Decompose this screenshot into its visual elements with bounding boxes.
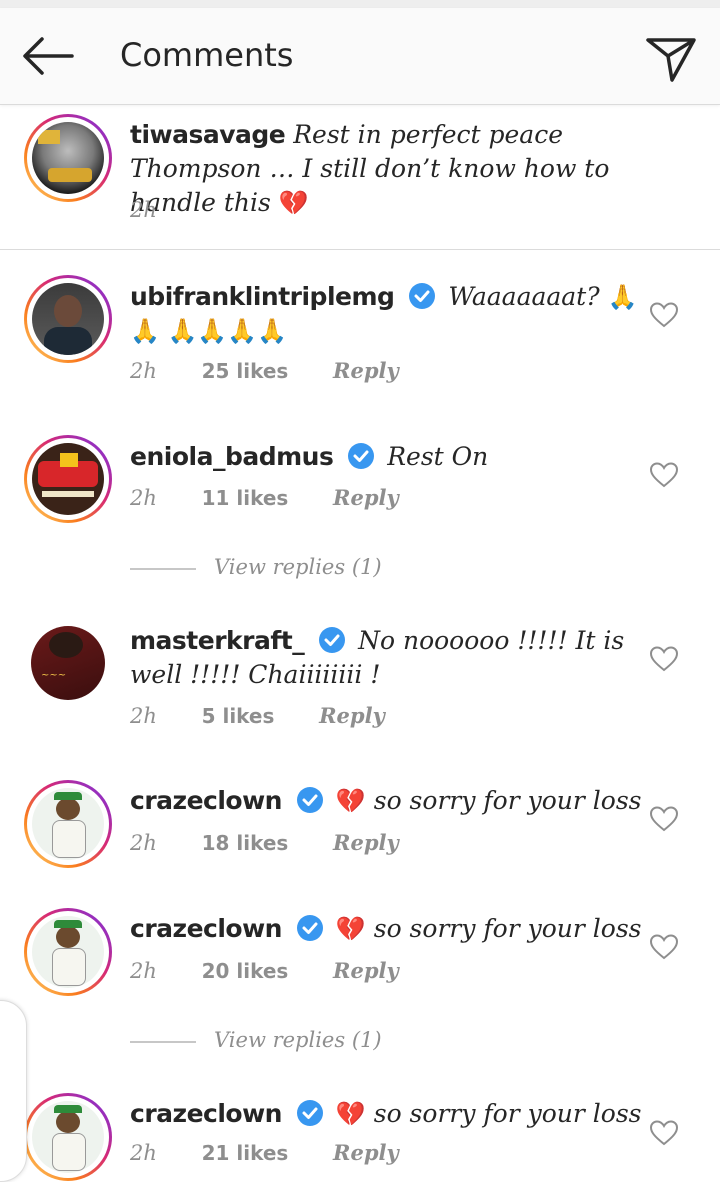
comment-body: Waaaaaaat? — [448, 282, 600, 311]
avatar[interactable] — [24, 435, 112, 523]
avatar[interactable] — [24, 780, 112, 868]
timestamp: 2h — [130, 486, 157, 510]
view-replies-label: View replies (1) — [214, 555, 382, 579]
avatar[interactable] — [24, 1093, 112, 1181]
view-replies-link[interactable]: View replies (1) — [130, 1028, 382, 1058]
page-title: Comments — [120, 36, 294, 74]
verified-badge-icon — [296, 787, 323, 813]
username[interactable]: masterkraft_ — [130, 626, 305, 655]
username[interactable]: crazeclown — [130, 914, 282, 943]
comment-text: ubifranklintriplemg Waaaaaaat? 🙏🙏 🙏🙏🙏🙏 — [130, 280, 660, 348]
broken-heart-emoji: 💔 — [278, 189, 309, 217]
timestamp: 2h — [130, 198, 157, 222]
comment-meta: 2h 20 likes Reply — [130, 958, 437, 983]
verified-badge-icon — [409, 283, 436, 309]
verified-badge-icon — [296, 915, 323, 941]
comment-body: so sorry for your loss — [373, 914, 642, 943]
reply-button[interactable]: Reply — [333, 830, 399, 855]
verified-badge-icon — [348, 443, 375, 469]
comment-meta: 2h 5 likes Reply — [130, 703, 423, 728]
avatar[interactable] — [24, 114, 112, 202]
timestamp: 2h — [130, 359, 157, 383]
caption-meta: 2h — [130, 198, 195, 222]
view-replies-label: View replies (1) — [214, 1028, 382, 1052]
likes-count[interactable]: 25 likes — [202, 359, 289, 383]
username[interactable]: tiwasavage — [130, 120, 286, 149]
header-bar: Comments — [0, 8, 720, 105]
comment-meta: 2h 11 likes Reply — [130, 485, 437, 510]
avatar[interactable] — [24, 908, 112, 996]
likes-count[interactable]: 20 likes — [202, 959, 289, 983]
comment-body: so sorry for your loss — [373, 786, 642, 815]
comment-text: crazeclown 💔 so sorry for your loss — [130, 912, 660, 946]
heart-outline-icon[interactable] — [650, 806, 678, 832]
likes-count[interactable]: 21 likes — [202, 1141, 289, 1165]
heart-outline-icon[interactable] — [650, 934, 678, 960]
reply-button[interactable]: Reply — [333, 358, 399, 383]
timestamp: 2h — [130, 959, 157, 983]
heart-outline-icon[interactable] — [650, 1120, 678, 1146]
replies-line — [130, 567, 196, 570]
username[interactable]: eniola_badmus — [130, 442, 334, 471]
comment-body: so sorry for your loss — [373, 1099, 642, 1128]
username[interactable]: crazeclown — [130, 1099, 282, 1128]
status-bar — [0, 0, 720, 8]
reply-button[interactable]: Reply — [333, 485, 399, 510]
likes-count[interactable]: 18 likes — [202, 831, 289, 855]
back-arrow-icon[interactable] — [18, 34, 78, 78]
comment-text: eniola_badmus Rest On — [130, 440, 660, 474]
reply-button[interactable]: Reply — [333, 1140, 399, 1165]
caption-text: tiwasavage Rest in perfect peace Thompso… — [130, 118, 660, 220]
username[interactable]: ubifranklintriplemg — [130, 282, 395, 311]
heart-outline-icon[interactable] — [650, 462, 678, 488]
replies-line — [130, 1040, 196, 1043]
edge-panel-handle[interactable] — [0, 1000, 27, 1182]
likes-count[interactable]: 5 likes — [202, 704, 275, 728]
paper-plane-icon[interactable] — [644, 32, 698, 86]
comment-meta: 2h 18 likes Reply — [130, 830, 437, 855]
verified-badge-icon — [319, 627, 346, 653]
reply-button[interactable]: Reply — [333, 958, 399, 983]
heart-outline-icon[interactable] — [650, 646, 678, 672]
comment-meta: 2h 25 likes Reply — [130, 358, 437, 383]
comment-meta: 2h 21 likes Reply — [130, 1140, 437, 1165]
divider — [0, 249, 720, 250]
broken-heart-emoji: 💔 — [335, 787, 366, 815]
avatar[interactable]: ~~~ — [31, 626, 105, 700]
timestamp: 2h — [130, 1141, 157, 1165]
reply-button[interactable]: Reply — [319, 703, 385, 728]
comment-text: masterkraft_ No noooooo !!!!! It is well… — [130, 624, 660, 692]
view-replies-link[interactable]: View replies (1) — [130, 555, 382, 585]
username[interactable]: crazeclown — [130, 786, 282, 815]
broken-heart-emoji: 💔 — [335, 1100, 366, 1128]
broken-heart-emoji: 💔 — [335, 915, 366, 943]
comment-body: Rest On — [387, 442, 489, 471]
timestamp: 2h — [130, 704, 157, 728]
comment-text: crazeclown 💔 so sorry for your loss — [130, 1097, 660, 1131]
avatar[interactable] — [24, 275, 112, 363]
comment-text: crazeclown 💔 so sorry for your loss — [130, 784, 660, 818]
heart-outline-icon[interactable] — [650, 302, 678, 328]
verified-badge-icon — [296, 1100, 323, 1126]
timestamp: 2h — [130, 831, 157, 855]
likes-count[interactable]: 11 likes — [202, 486, 289, 510]
